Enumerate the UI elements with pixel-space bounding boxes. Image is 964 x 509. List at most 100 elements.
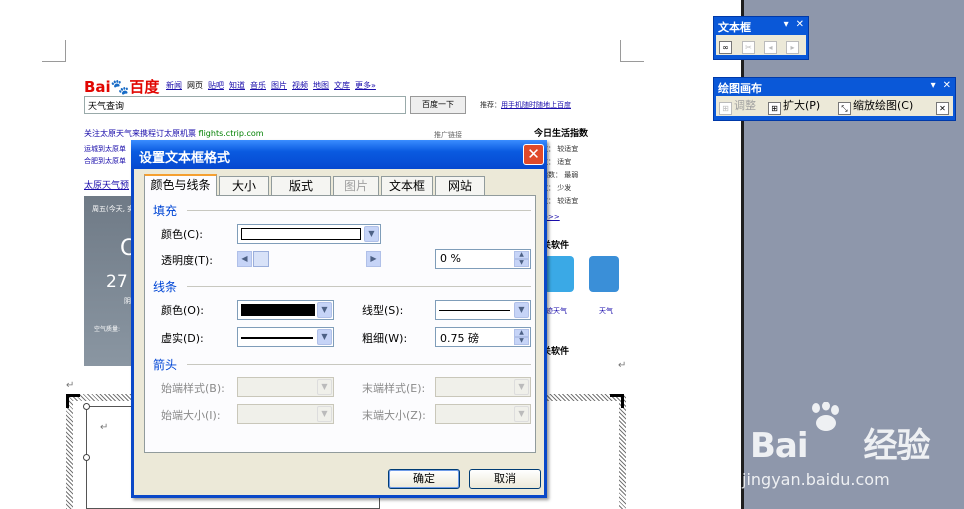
toolbar-body: ∞ ✂ ◂ ▸: [716, 35, 806, 55]
dialog-title: 设置文本框格式: [139, 151, 231, 166]
chevron-down-icon[interactable]: ▼: [364, 226, 379, 242]
transparency-input[interactable]: 0 % ▲ ▼: [435, 249, 531, 269]
tab-size[interactable]: 大小: [219, 176, 269, 195]
cancel-button[interactable]: 取消: [469, 469, 541, 489]
begin-size-select[interactable]: ▼: [237, 404, 334, 424]
end-size-label: 末端大小(Z):: [362, 409, 426, 422]
divider: [187, 286, 531, 287]
wrap-text-icon[interactable]: ✕: [936, 98, 951, 115]
chevron-down-icon[interactable]: ▼: [317, 302, 332, 318]
fit-button[interactable]: ⊞ 调整: [719, 98, 756, 115]
app-label: 迹天气: [546, 307, 567, 315]
spin-buttons[interactable]: ▲ ▼: [514, 329, 529, 345]
expand-button[interactable]: ⊞ 扩大(P): [768, 98, 820, 115]
resize-handle[interactable]: [83, 454, 90, 461]
tab-picture[interactable]: 图片: [333, 176, 379, 195]
canvas-crop-handle[interactable]: [610, 394, 624, 408]
dialog-title-bar[interactable]: 设置文本框格式 ✕: [131, 140, 547, 169]
transparency-label: 透明度(T):: [161, 254, 214, 267]
textbox-toolbar[interactable]: 文本框 ▾ ✕ ∞ ✂ ◂ ▸: [713, 16, 809, 60]
spin-buttons[interactable]: ▲ ▼: [514, 251, 529, 267]
toolbar-body: ⊞ 调整 ⊞ 扩大(P) ⤡ 缩放绘图(C) ✕: [716, 96, 953, 116]
line-color-picker[interactable]: ▼: [237, 300, 334, 320]
weight-input[interactable]: 0.75 磅 ▲ ▼: [435, 327, 531, 347]
baidu-search-field: 天气查询: [84, 96, 406, 114]
section-line: 线条: [153, 280, 178, 294]
weather-app-icon: [589, 256, 619, 292]
prev-textbox-icon[interactable]: ◂: [764, 37, 779, 54]
tab-textbox[interactable]: 文本框: [381, 176, 433, 195]
transparency-slider[interactable]: ◀ ▶: [237, 251, 381, 267]
dash-select[interactable]: ▼: [237, 327, 334, 347]
page-corner-top-right: [620, 40, 644, 62]
life-index-title: 今日生活指数: [534, 129, 589, 139]
app-label: 天气: [599, 307, 613, 315]
ad-line: 运城到太原单: [84, 145, 126, 153]
expand-icon: ⊞: [768, 102, 781, 115]
tab-panel: 填充 颜色(C): ▼ 透明度(T): ◀ ▶ 0 % ▲ ▼ 线条 颜色(O):…: [144, 195, 536, 453]
fill-color-label: 颜色(C):: [161, 228, 203, 241]
ad-line: 合肥到太原单: [84, 157, 126, 165]
ok-button[interactable]: 确定: [388, 469, 460, 489]
watermark-url: jingyan.baidu.com: [742, 470, 890, 489]
break-link-icon[interactable]: ✂: [742, 37, 757, 54]
color-swatch: [241, 304, 315, 316]
close-icon[interactable]: ✕: [523, 144, 544, 165]
weight-label: 粗细(W):: [362, 332, 408, 345]
baidu-search-button: 百度一下: [410, 96, 466, 114]
ad-label: 推广链接: [434, 131, 462, 139]
divider: [187, 210, 531, 211]
section-fill: 填充: [153, 204, 178, 218]
section-arrows: 箭头: [153, 358, 178, 372]
line-color-label: 颜色(O):: [161, 304, 204, 317]
line-style-label: 线型(S):: [362, 304, 404, 317]
weather-link: 太原天气预: [84, 181, 130, 191]
next-textbox-icon[interactable]: ▸: [786, 37, 801, 54]
close-icon[interactable]: ✕: [796, 19, 804, 30]
begin-size-label: 始端大小(I):: [161, 409, 221, 422]
chevron-down-icon[interactable]: ▼: [514, 406, 529, 422]
line-sample: [439, 310, 510, 311]
format-textbox-dialog[interactable]: 设置文本框格式 ✕ 颜色与线条 大小 版式 图片 文本框 网站 填充 颜色(C)…: [131, 140, 547, 498]
chevron-down-icon[interactable]: ▼: [514, 302, 529, 318]
paragraph-mark: ↵: [100, 422, 109, 433]
line-sample: [241, 337, 313, 339]
begin-style-select[interactable]: ▼: [237, 377, 334, 397]
tab-colors-lines[interactable]: 颜色与线条: [144, 174, 217, 196]
slider-thumb[interactable]: [253, 251, 269, 267]
tab-web[interactable]: 网站: [435, 176, 485, 195]
canvas-crop-handle[interactable]: [66, 394, 80, 408]
chevron-down-icon[interactable]: ▼: [317, 329, 332, 345]
resize-handle[interactable]: [83, 403, 90, 410]
chevron-down-icon[interactable]: ▼: [317, 406, 332, 422]
paw-icon: 🐾: [110, 78, 130, 96]
weather-app-icon: [544, 256, 574, 292]
page-corner-top-left: [42, 40, 66, 62]
close-icon[interactable]: ✕: [943, 80, 951, 91]
toolbar-menu-icon[interactable]: ▾: [784, 19, 789, 30]
chevron-right-icon[interactable]: ▶: [366, 251, 381, 267]
toolbar-title[interactable]: 绘图画布 ▾ ✕: [714, 78, 955, 96]
dash-label: 虚实(D):: [161, 332, 204, 345]
line-style-select[interactable]: ▼: [435, 300, 531, 320]
baidu-jingyan-watermark: Bai 经验 jingyan.baidu.com: [742, 400, 962, 509]
chevron-down-icon[interactable]: ▼: [317, 379, 332, 395]
fill-color-picker[interactable]: ▼: [237, 224, 381, 244]
paragraph-mark: ↵: [618, 360, 627, 371]
end-style-select[interactable]: ▼: [435, 377, 531, 397]
chevron-left-icon[interactable]: ◀: [237, 251, 252, 267]
divider: [187, 364, 531, 365]
canvas-toolbar[interactable]: 绘图画布 ▾ ✕ ⊞ 调整 ⊞ 扩大(P) ⤡ 缩放绘图(C) ✕: [713, 77, 956, 121]
chevron-down-icon[interactable]: ▼: [514, 379, 529, 395]
tab-layout[interactable]: 版式: [271, 176, 331, 195]
scale-icon: ⤡: [838, 102, 851, 115]
link-icon[interactable]: ∞: [719, 37, 734, 54]
begin-style-label: 始端样式(B):: [161, 382, 225, 395]
toolbar-title[interactable]: 文本框 ▾ ✕: [714, 17, 808, 35]
toolbar-menu-icon[interactable]: ▾: [931, 80, 936, 91]
end-size-select[interactable]: ▼: [435, 404, 531, 424]
watermark-brand: Bai 经验: [750, 426, 931, 466]
ad-title: 关注太原天气来携程订太原机票 flights.ctrip.com: [84, 129, 264, 138]
baidu-nav: 新闻 网页 贴吧 知道 音乐 图片 视频 地图 文库 更多»: [166, 81, 376, 90]
scale-drawing-button[interactable]: ⤡ 缩放绘图(C): [838, 98, 913, 115]
